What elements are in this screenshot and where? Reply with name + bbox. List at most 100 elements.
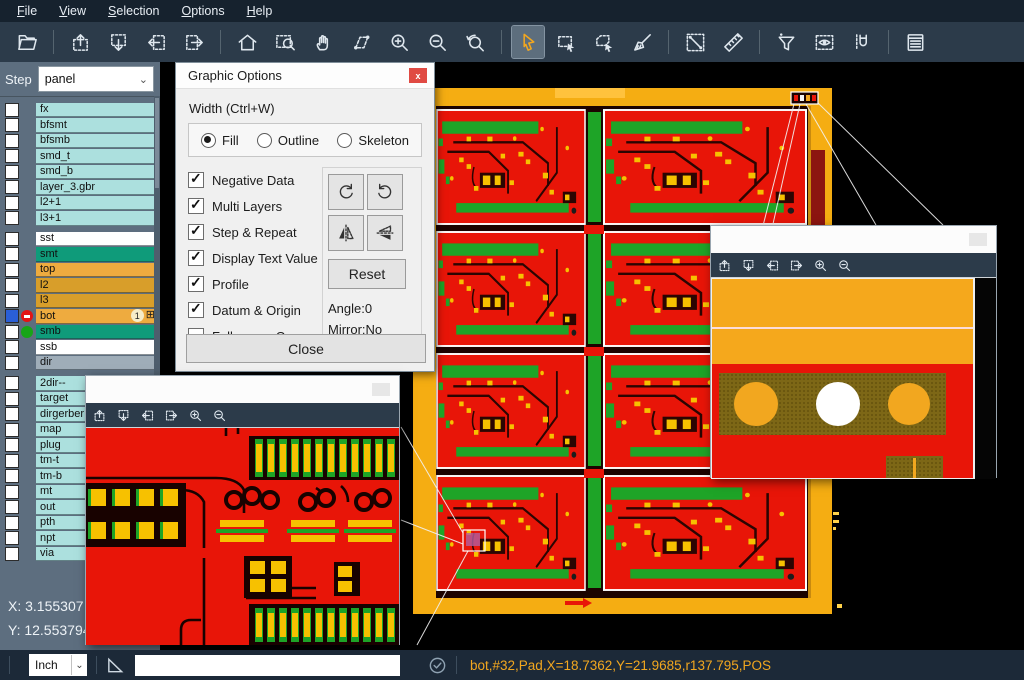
menu-item-selection[interactable]: Selection [97, 2, 170, 20]
layer-visibility-checkbox[interactable] [5, 423, 19, 437]
angle-measure-icon[interactable] [106, 656, 125, 675]
layer-name[interactable]: fx [36, 103, 158, 118]
layer-row-fx[interactable]: fx [0, 102, 160, 118]
layer-visibility-checkbox[interactable] [5, 278, 19, 292]
layer-visibility-checkbox[interactable] [5, 438, 19, 452]
layer-visibility-checkbox[interactable] [5, 211, 19, 225]
zoom-out-button[interactable] [212, 408, 227, 423]
layer-name[interactable]: sst [36, 232, 158, 247]
radio-icon[interactable] [201, 133, 216, 148]
unit-select[interactable]: Inch ⌄ [29, 654, 87, 676]
shift-up-button[interactable] [92, 408, 107, 423]
shift-right-button[interactable] [178, 26, 210, 58]
layer-name[interactable]: l2 [36, 278, 158, 293]
layer-visibility-checkbox[interactable] [5, 325, 19, 339]
layer-visibility-checkbox[interactable] [5, 547, 19, 561]
checkbox-icon[interactable] [188, 302, 204, 318]
layer-visibility-checkbox[interactable] [5, 309, 19, 323]
layer-row-sst[interactable]: sst [0, 231, 160, 247]
layer-name[interactable]: bfsmb [36, 134, 158, 149]
dialog-title-bar[interactable]: Graphic Options x [176, 63, 434, 89]
layer-name[interactable]: smt [36, 247, 158, 262]
layer-name[interactable]: ssb [36, 340, 158, 355]
layer-row-ssb[interactable]: ssb [0, 340, 160, 356]
select-cursor-button[interactable] [512, 26, 544, 58]
layer-name[interactable]: l3 [36, 294, 158, 309]
zoom-in-button[interactable] [188, 408, 203, 423]
zoom-previous-button[interactable] [459, 26, 491, 58]
zoom-area-button[interactable] [269, 26, 301, 58]
mirror-vertical-button[interactable] [367, 215, 403, 251]
view-area-button[interactable] [808, 26, 840, 58]
magnifier-content[interactable] [711, 277, 996, 479]
shift-up-button[interactable] [64, 26, 96, 58]
layer-visibility-checkbox[interactable] [5, 232, 19, 246]
menu-item-file[interactable]: File [6, 2, 48, 20]
shift-down-button[interactable] [741, 258, 756, 273]
zoom-in-button[interactable] [813, 258, 828, 273]
layer-visibility-checkbox[interactable] [5, 180, 19, 194]
layer-row-layer_3.gbr[interactable]: layer_3.gbr [0, 180, 160, 196]
option-step-repeat[interactable]: Step & Repeat [188, 219, 318, 245]
layer-list-button[interactable] [899, 26, 931, 58]
layer-row-l3[interactable]: l3 [0, 293, 160, 309]
layer-row-smd_b[interactable]: smd_b [0, 164, 160, 180]
step-select[interactable]: panel ⌄ [38, 66, 154, 92]
menu-item-options[interactable]: Options [170, 2, 235, 20]
layer-row-dir[interactable]: dir [0, 355, 160, 371]
zoom-out-button[interactable] [837, 258, 852, 273]
shift-left-button[interactable] [765, 258, 780, 273]
option-negative-data[interactable]: Negative Data [188, 167, 318, 193]
layer-name[interactable]: top [36, 263, 158, 278]
layer-row-top[interactable]: top [0, 262, 160, 278]
zoom-out-button[interactable] [421, 26, 453, 58]
magnifier-window-right[interactable] [710, 225, 997, 478]
shift-right-button[interactable] [164, 408, 179, 423]
filter-button[interactable] [770, 26, 802, 58]
group-select-button[interactable] [588, 26, 620, 58]
layer-visibility-checkbox[interactable] [5, 485, 19, 499]
layer-visibility-checkbox[interactable] [5, 392, 19, 406]
reset-button[interactable]: Reset [328, 259, 406, 289]
layer-name[interactable]: bfsmt [36, 118, 158, 133]
checkbox-icon[interactable] [188, 224, 204, 240]
layer-row-bfsmb[interactable]: bfsmb [0, 133, 160, 149]
radio-outline[interactable]: Outline [257, 133, 319, 148]
layer-row-l2+1[interactable]: l2+1 [0, 195, 160, 211]
layer-name[interactable]: smd_b [36, 165, 158, 180]
shift-right-button[interactable] [789, 258, 804, 273]
layer-row-smt[interactable]: smt [0, 247, 160, 263]
zoom-in-button[interactable] [383, 26, 415, 58]
layer-row-bfsmt[interactable]: bfsmt [0, 118, 160, 134]
snap-magnet-button[interactable] [846, 26, 878, 58]
shift-left-button[interactable] [140, 26, 172, 58]
clean-brush-button[interactable] [626, 26, 658, 58]
option-multi-layers[interactable]: Multi Layers [188, 193, 318, 219]
shift-down-button[interactable] [116, 408, 131, 423]
magnifier-title-bar[interactable] [711, 226, 996, 253]
radio-skeleton[interactable]: Skeleton [337, 133, 409, 148]
path-edit-button[interactable] [345, 26, 377, 58]
layer-visibility-checkbox[interactable] [5, 165, 19, 179]
layer-visibility-checkbox[interactable] [5, 469, 19, 483]
checkbox-icon[interactable] [188, 198, 204, 214]
layer-visibility-checkbox[interactable] [5, 247, 19, 261]
layer-row-bot[interactable]: bot1⊞ [0, 309, 160, 325]
layer-visibility-checkbox[interactable] [5, 263, 19, 277]
layer-name[interactable]: l2+1 [36, 196, 158, 211]
checkbox-icon[interactable] [188, 172, 204, 188]
layer-name[interactable]: smb [36, 325, 158, 340]
menu-item-help[interactable]: Help [236, 2, 284, 20]
mirror-horizontal-button[interactable] [328, 215, 364, 251]
shift-left-button[interactable] [140, 408, 155, 423]
command-input[interactable] [135, 655, 400, 676]
pan-hand-button[interactable] [307, 26, 339, 58]
checkbox-icon[interactable] [188, 250, 204, 266]
shift-down-button[interactable] [102, 26, 134, 58]
open-folder-button[interactable] [11, 26, 43, 58]
layer-visibility-checkbox[interactable] [5, 340, 19, 354]
layer-row-smd_t[interactable]: smd_t [0, 149, 160, 165]
option-datum-origin[interactable]: Datum & Origin [188, 297, 318, 323]
close-icon[interactable]: x [409, 68, 427, 83]
option-display-text-value[interactable]: Display Text Value [188, 245, 318, 271]
